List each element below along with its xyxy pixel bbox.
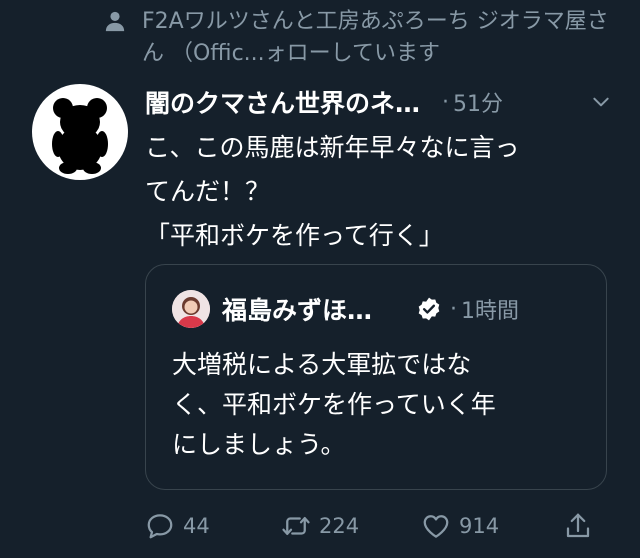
heart-icon [423, 515, 449, 538]
tweet-text-line: 「平和ボケを作って行く」 [145, 221, 444, 250]
reply-count: 44 [183, 514, 210, 538]
bear-silhouette-icon [52, 98, 108, 174]
quoted-author-name: 福島みずほ… [222, 296, 373, 325]
quoted-tweet[interactable]: 福島みずほ… · 1時間 大増税による大軍拡ではな く、平和ボケを作っていく年 … [145, 264, 607, 490]
like-button[interactable]: 914 [421, 506, 499, 546]
social-context-text: F2Aワルツさんと工房あぷろーち ジオラマ屋さん （Offic...ォローしてい… [142, 9, 609, 66]
share-button[interactable] [563, 506, 593, 546]
like-count: 914 [459, 514, 500, 538]
social-context[interactable]: F2Aワルツさんと工房あぷろーち ジオラマ屋さん （Offic...ォローしてい… [104, 6, 624, 70]
reply-button[interactable]: 44 [145, 506, 210, 546]
quoted-text-line: にしましょう。 [172, 430, 346, 459]
quoted-timestamp: 1時間 [461, 299, 520, 324]
verified-badge-icon [418, 297, 440, 321]
tweet-text-line: てんだ！？ [145, 177, 271, 206]
quoted-tweet-header: 福島みずほ… · 1時間 [172, 289, 592, 329]
person-photo-icon [172, 290, 210, 328]
retweet-count: 224 [319, 514, 360, 538]
person-icon [105, 11, 125, 32]
separator-dot: · [450, 296, 458, 322]
quoted-text-line: 大増税による大軍拡ではな [172, 350, 472, 379]
separator-dot: · [442, 89, 450, 115]
tweet-text: こ、この馬鹿は新年早々なに言っ てんだ！？ 「平和ボケを作って行く」 [145, 126, 615, 258]
chevron-down-icon[interactable] [591, 92, 611, 112]
tweet-text-line: こ、この馬鹿は新年早々なに言っ [145, 133, 520, 162]
timestamp[interactable]: 51分 [453, 86, 503, 118]
author-name[interactable]: 闇のクマさん世界のネ… [145, 84, 420, 120]
avatar[interactable] [32, 84, 128, 180]
quoted-tweet-text: 大増税による大軍拡ではな く、平和ボケを作っていく年 にしましょう。 [172, 345, 592, 465]
tweet-header: 闇のクマさん世界のネ… · 51分 [145, 82, 625, 122]
action-bar: 44 224 914 [145, 506, 605, 546]
quoted-text-line: く、平和ボケを作っていく年 [172, 390, 496, 419]
share-icon [566, 513, 590, 538]
quoted-avatar [172, 290, 210, 328]
retweet-icon [282, 517, 310, 535]
retweet-button[interactable]: 224 [281, 506, 359, 546]
reply-icon [147, 514, 173, 539]
